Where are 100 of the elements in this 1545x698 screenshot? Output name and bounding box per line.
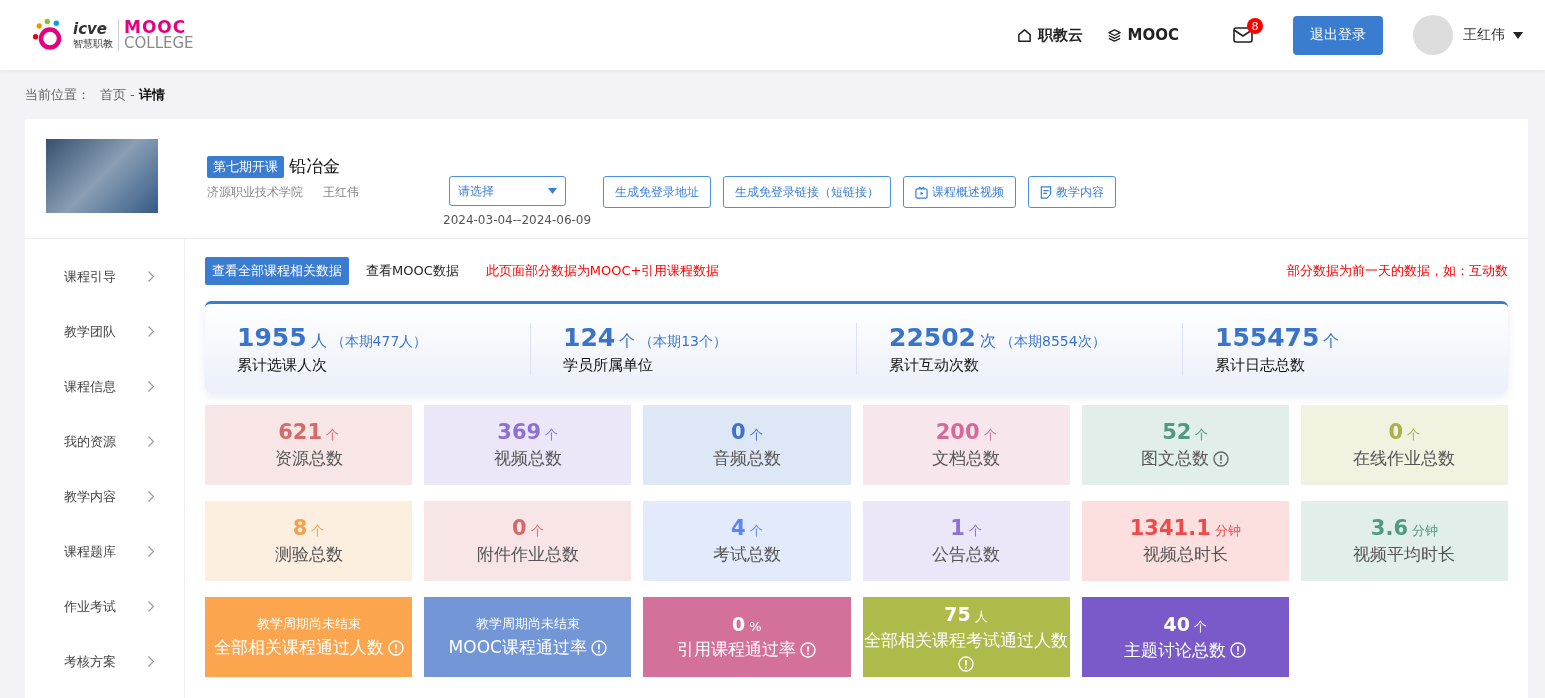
stat-label: 资源总数 [274,447,343,470]
layers-icon [1106,27,1122,43]
sidebar-item[interactable]: 作业考试 [25,579,184,634]
stat-value: 621 [278,420,322,444]
stat-value: 8 [292,516,308,540]
stat-value: 369 [497,420,542,444]
stat-label: 测验总数 [274,543,343,566]
stat-unit: 个 [1323,330,1340,352]
stat-value: 1341.1 [1129,516,1211,540]
stat-unit: 个 [619,330,636,352]
stat-value: 1955 [237,322,307,352]
mail-icon[interactable] [1233,27,1253,43]
stat-label: 公告总数 [932,543,1001,566]
period-count: （本期8554次） [1000,332,1106,351]
nav-link[interactable]: 职教云 [1016,25,1083,45]
stat-value: 200 [935,420,980,444]
document-icon [1040,185,1053,199]
stat-unit: 个 [749,426,763,444]
chevron-right-icon [148,491,154,502]
status-note: 教学周期尚未结束 [475,615,580,633]
caret-icon [548,188,557,194]
stat-unit: 人 [974,607,988,626]
stat-value: 0 [731,420,746,444]
stat-label: 全部相关课程考试通过人数 [864,628,1069,652]
notice-text: 部分数据为前一天的数据，如：互动数 [1287,262,1508,280]
chevron-right-icon [148,381,154,392]
stat-value: 155475 [1215,322,1320,352]
stat-label: MOOC课程通过率 [448,636,587,659]
stat-label: 引用课程通过率 [677,638,797,661]
caret-icon[interactable] [1513,31,1523,39]
stat-value: 124 [563,322,616,352]
term-tag: 第七期开课 [207,155,284,178]
logout-button[interactable]: 退出登录 [1293,15,1383,55]
user-name[interactable]: 王红伟 [1463,26,1505,44]
stat-unit: 个 [311,522,325,540]
stat-label: 视频总时长 [1142,543,1228,566]
stat-label: 在线作业总数 [1353,447,1456,470]
period-count: （本期13个） [639,332,727,351]
logo-brand: icve [73,21,108,37]
stat-unit: 次 [980,330,996,352]
sidebar-item[interactable]: 我的资源 [25,414,184,469]
breadcrumb-link[interactable]: 首页 [100,85,126,104]
stat-unit: 个 [968,522,982,540]
school-name: 济源职业技术学院 [207,184,303,201]
sidebar-item[interactable]: 课程信息 [25,359,184,414]
action-button[interactable]: 课程概述视频 [903,176,1017,208]
action-button[interactable]: 生成免登录地址 [603,176,712,208]
data-tab[interactable]: 查看全部课程相关数据 [205,257,349,285]
stat-value: 4 [731,516,746,540]
home-icon [1016,27,1032,43]
chevron-right-icon [148,656,154,667]
stat-label: 累计互动次数 [889,355,980,375]
info-icon[interactable] [1213,450,1230,467]
sidebar-item[interactable]: 考核方案 [25,634,184,689]
date-range: 2024-03-04--2024-06-09 [443,213,592,227]
stat-value: 0 [1388,420,1404,444]
stat-value: 1 [950,516,965,540]
sidebar-item[interactable]: 教学内容 [25,469,184,524]
teacher-name: 王红伟 [323,184,359,201]
stat-unit: 个 [530,522,544,540]
stat-label: 考试总数 [712,543,781,566]
logo-subtitle: 智慧职教 [73,38,113,49]
chevron-right-icon [148,271,154,282]
sidebar-item[interactable]: 课程题库 [25,524,184,579]
stat-value: 3.6 [1370,516,1408,540]
course-title: 铅冶金 [289,155,340,178]
sidebar-item[interactable]: 教学团队 [25,304,184,359]
stat-unit: 个 [983,426,997,444]
data-tab[interactable]: 查看MOOC数据 [359,257,466,285]
nav-link[interactable]: MOOC [1106,26,1179,44]
stat-unit: 分钟 [1412,522,1438,540]
stat-label: 图文总数 [1141,447,1210,470]
stat-unit: 个 [1407,426,1421,444]
action-button[interactable]: 教学内容 [1028,176,1117,208]
stat-label: 全部相关课程通过人数 [213,636,384,659]
stat-unit: % [749,619,762,634]
stat-unit: 个 [1193,617,1207,636]
stat-label: 视频总数 [493,447,562,470]
action-button[interactable]: 生成免登录链接（短链接） [723,176,892,208]
sidebar-item[interactable]: 课程引导 [25,249,184,304]
stat-value: 0 [511,516,527,540]
stat-label: 文档总数 [932,447,1001,470]
logo[interactable]: icve 智慧职教 MOOC COLLEGE [32,17,194,53]
chevron-right-icon [148,601,154,612]
breadcrumb-separator: - [130,87,135,102]
period-count: （本期477人） [330,332,428,351]
stat-label: 附件作业总数 [476,543,579,566]
logo-subtitle: COLLEGE [124,36,194,51]
stat-label: 学员所属单位 [563,355,654,375]
stat-label: 音频总数 [712,447,781,470]
stat-label: 累计日志总数 [1215,355,1306,375]
term-select[interactable]: 请选择 [449,176,566,206]
stat-value: 40 [1163,612,1190,635]
stat-value: 0 [732,613,746,635]
notice-text: 此页面部分数据为MOOC+引用课程数据 [485,262,720,280]
stat-unit: 人 [310,330,327,352]
chevron-right-icon [148,436,154,447]
video-icon [915,185,929,199]
stat-label: 主题讨论总数 [1124,638,1227,662]
breadcrumb-label: 当前位置： [25,85,90,104]
